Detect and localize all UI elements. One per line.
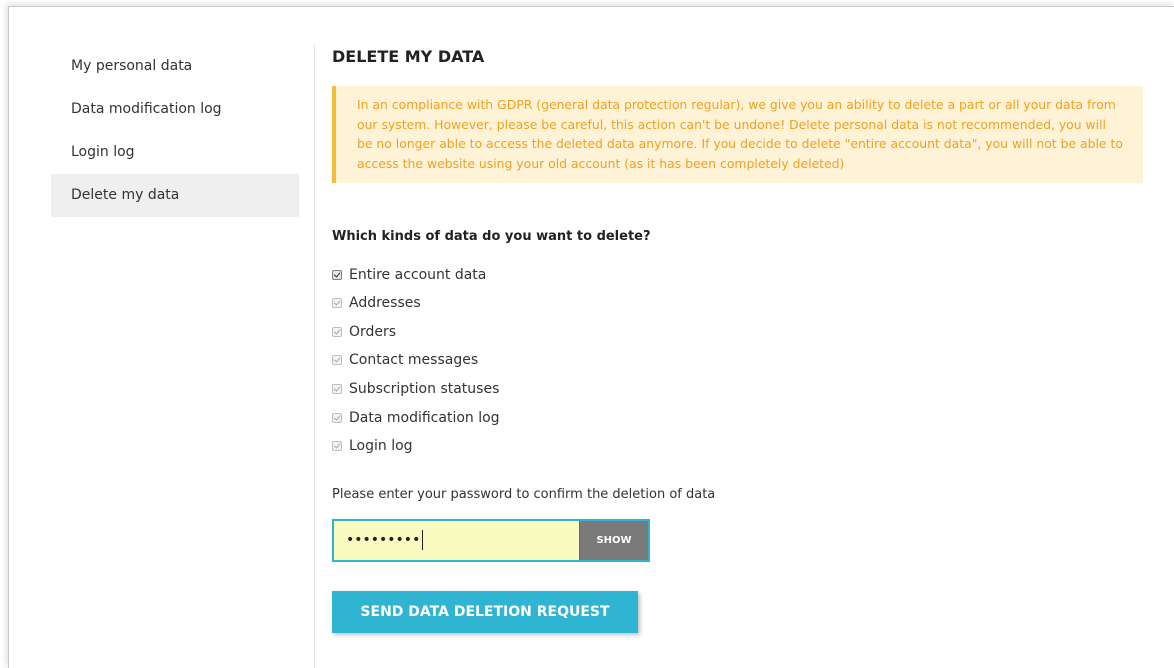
gdpr-warning-text: In an compliance with GDPR (general data… (357, 97, 1123, 171)
account-sidebar: My personal data Data modification log L… (51, 45, 299, 217)
option-contact-messages: Contact messages (332, 346, 1144, 375)
data-kind-options: Entire account data Addresses Orders Con… (332, 260, 1144, 460)
sidebar-item-delete-my-data[interactable]: Delete my data (51, 174, 299, 217)
text-caret (422, 530, 424, 551)
option-label: Entire account data (349, 266, 487, 283)
password-field-group: ••••••••• SHOW (332, 518, 650, 562)
main-content: DELETE MY DATA In an compliance with GDP… (332, 40, 1144, 633)
checkbox-data-modification-log (332, 412, 342, 423)
option-label: Contact messages (349, 352, 479, 369)
vertical-divider (314, 45, 315, 668)
checkbox-orders (332, 326, 342, 337)
option-login-log: Login log (332, 432, 1144, 461)
delete-question-heading: Which kinds of data do you want to delet… (332, 229, 651, 245)
option-subscription-statuses: Subscription statuses (332, 375, 1144, 404)
checkbox-entire-account-data[interactable] (332, 269, 342, 280)
option-label: Orders (349, 323, 397, 340)
password-prompt: Please enter your password to confirm th… (332, 486, 716, 502)
send-deletion-request-button[interactable]: SEND DATA DELETION REQUEST (332, 590, 638, 633)
sidebar-item-data-modification-log[interactable]: Data modification log (51, 88, 299, 131)
gdpr-warning-box: In an compliance with GDPR (general data… (332, 86, 1143, 184)
option-orders: Orders (332, 318, 1144, 347)
show-password-button[interactable]: SHOW (579, 520, 648, 560)
checkbox-login-log (332, 441, 342, 452)
option-entire-account-data[interactable]: Entire account data (332, 260, 1144, 289)
option-label: Login log (349, 438, 413, 455)
checkbox-subscription-statuses (332, 384, 342, 395)
password-input[interactable]: ••••••••• (334, 520, 579, 560)
page-title: DELETE MY DATA (332, 47, 485, 66)
option-addresses: Addresses (332, 289, 1144, 318)
option-label: Addresses (349, 295, 421, 312)
password-masked-value: ••••••••• (346, 532, 421, 549)
sidebar-item-my-personal-data[interactable]: My personal data (51, 45, 299, 88)
checkbox-contact-messages (332, 355, 342, 366)
sidebar-item-login-log[interactable]: Login log (51, 131, 299, 174)
checkbox-addresses (332, 298, 342, 309)
option-data-modification-log: Data modification log (332, 403, 1144, 432)
option-label: Data modification log (349, 409, 500, 426)
option-label: Subscription statuses (349, 381, 500, 398)
